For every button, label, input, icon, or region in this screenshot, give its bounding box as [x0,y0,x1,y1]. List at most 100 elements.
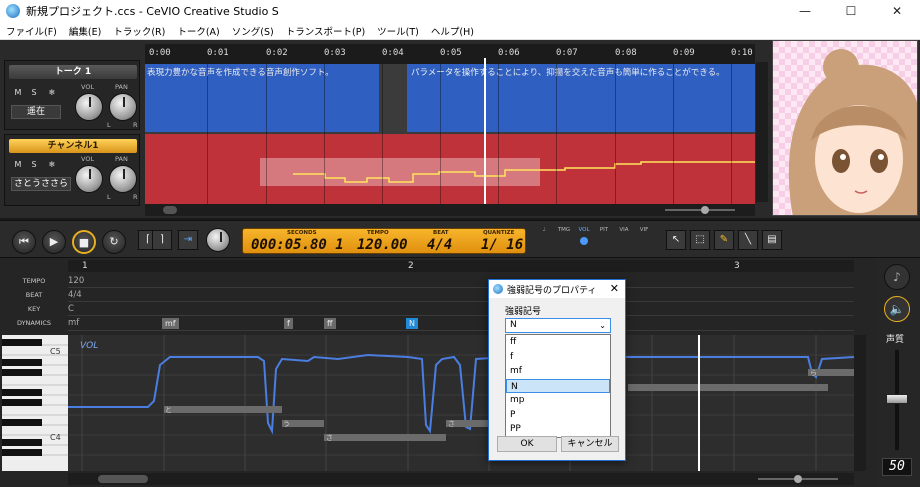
dynamics-label: 強弱記号 [505,307,542,317]
dropdown-option-ff[interactable]: ff [506,335,610,350]
note-bar[interactable] [628,384,828,391]
editor-vertical-scrollbar[interactable] [854,335,866,471]
marker-right-icon[interactable]: ⌉ [152,230,172,250]
dynamics-mark-f[interactable]: f [284,318,293,329]
tempo-value[interactable]: 120 [68,276,84,286]
dropdown-option-p[interactable]: P [506,408,610,423]
editor-scrollbar[interactable] [68,473,854,485]
switch-pit-label: PIT [599,227,609,233]
note-view-icon[interactable]: ♪ [884,264,910,290]
rewind-button[interactable]: ⏮ [12,230,36,254]
dropdown-option-mf[interactable]: mf [506,364,610,379]
switch-vol[interactable]: VOL [574,227,594,253]
key-value[interactable]: C [68,304,74,314]
dynamics-select[interactable]: N ⌄ [505,318,611,333]
menu-transport[interactable]: トランスポート(P) [280,24,371,38]
close-button[interactable]: ✕ [874,0,920,22]
dynamics-select-value: N [510,320,517,330]
time-ruler[interactable]: 0:00 0:01 0:02 0:03 0:04 0:05 0:06 0:07 … [145,44,755,64]
timeline[interactable]: 0:00 0:01 0:02 0:03 0:04 0:05 0:06 0:07 … [145,44,755,208]
switch-tmg[interactable]: TMG [554,227,574,253]
dynamics-properties-dialog: 強弱記号のプロパティ ✕ 強弱記号 N ⌄ ff f mf N mp P PP … [488,279,626,461]
lcd-quantize-value[interactable]: 1/ 16 [481,237,523,253]
song-pan-knob[interactable] [109,165,137,193]
title-bar: 新規プロジェクト.ccs - CeVIO Creative Studio S —… [0,0,920,22]
minimize-button[interactable]: — [782,0,828,22]
eraser-tool-icon[interactable]: ▤ [762,230,782,250]
switch-pit[interactable]: PIT [594,227,614,253]
talk-cast-button[interactable]: 遥在 [11,105,61,119]
menu-file[interactable]: ファイル(F) [0,24,63,38]
talk-lane[interactable]: 表現力豊かな音声を作成できる音声創作ソフト。 パラメータを操作することにより、抑… [145,64,755,132]
loop-button[interactable]: ↻ [102,230,126,254]
song-mute-button[interactable]: M [11,159,25,171]
beat-value[interactable]: 4/4 [68,290,82,300]
dropdown-option-mp[interactable]: mp [506,393,610,408]
zoom-slider[interactable] [665,209,735,211]
menu-track[interactable]: トラック(R) [107,24,171,38]
song-solo-button[interactable]: S [27,159,41,171]
dynamics-mark-ff[interactable]: ff [324,318,336,329]
pointer-tool-icon[interactable]: ↖ [666,230,686,250]
lcd-beat-label: BEAT [433,230,449,236]
dynamics-value[interactable]: mf [68,318,79,328]
dialog-close-button[interactable]: ✕ [610,282,619,295]
song-fx-icon[interactable]: ❄ [45,159,59,171]
track-vertical-scrollbar[interactable] [756,62,768,202]
voice-quality-value[interactable]: 50 [882,458,912,476]
speaker-icon[interactable]: 🔈 [884,296,910,322]
switch-via[interactable]: VIA [614,227,634,253]
piano-keyboard[interactable]: C5 C4 [2,335,68,471]
follow-playhead-icon[interactable]: ⇥ [178,230,198,250]
switch-vif[interactable]: VIF [634,227,654,253]
dynamics-mark-mf[interactable]: mf [162,318,179,329]
dropdown-option-pp[interactable]: PP [506,422,610,437]
zoom-slider-handle[interactable] [701,206,709,214]
pencil-tool-icon[interactable]: ✎ [714,230,734,250]
menu-edit[interactable]: 編集(E) [63,24,107,38]
voice-quality-handle[interactable] [886,394,908,404]
measure-label: 1 [82,261,88,271]
song-cast-button[interactable]: さとうささら [11,177,71,191]
talk-vol-knob[interactable] [75,93,103,121]
maximize-button[interactable]: ☐ [828,0,874,22]
song-lane[interactable] [145,134,755,206]
dropdown-option-f[interactable]: f [506,350,610,365]
song-track-name[interactable]: チャンネル1 [9,139,137,153]
play-button[interactable]: ▶ [42,230,66,254]
dynamics-mark-n[interactable]: N [406,318,418,329]
note-bar[interactable] [324,434,446,441]
editor-scroll-thumb[interactable] [98,475,148,483]
menu-song[interactable]: ソング(S) [226,24,280,38]
piano-roll[interactable]: VOL と う さ さ ら [68,335,854,471]
talk-track-name[interactable]: トーク 1 [9,65,137,79]
timeline-scrollbar[interactable] [145,204,755,216]
measure-label: 2 [408,261,414,271]
lcd-seconds-label: SECONDS [287,230,317,236]
note-bar[interactable] [164,406,282,413]
talk-fx-icon[interactable]: ❄ [45,87,59,99]
lcd-tempo-value[interactable]: 120.00 [357,237,408,253]
editor-zoom-handle[interactable] [794,475,802,483]
master-volume-knob[interactable] [206,228,230,252]
dropdown-option-n[interactable]: N [506,378,610,393]
ok-button[interactable]: OK [497,436,557,452]
menu-talk[interactable]: トーク(A) [171,24,225,38]
measure-ruler[interactable]: 1 2 3 [68,260,854,272]
talk-solo-button[interactable]: S [27,87,41,99]
song-vol-knob[interactable] [75,165,103,193]
song-vol-label: VOL [81,155,95,163]
lcd-beat-value[interactable]: 4/4 [427,237,452,253]
note-mode-icon[interactable]: ♩ [534,227,554,253]
talk-mute-button[interactable]: M [11,87,25,99]
editor-playhead[interactable] [698,335,700,471]
cancel-button[interactable]: キャンセル [561,436,619,452]
menu-help[interactable]: ヘルプ(H) [425,24,480,38]
playhead[interactable] [484,58,486,208]
select-tool-icon[interactable]: ⬚ [690,230,710,250]
menu-tools[interactable]: ツール(T) [371,24,425,38]
line-tool-icon[interactable]: ╲ [738,230,758,250]
stop-button[interactable]: ■ [72,230,96,254]
talk-pan-knob[interactable] [109,93,137,121]
timeline-scroll-thumb[interactable] [163,206,177,214]
